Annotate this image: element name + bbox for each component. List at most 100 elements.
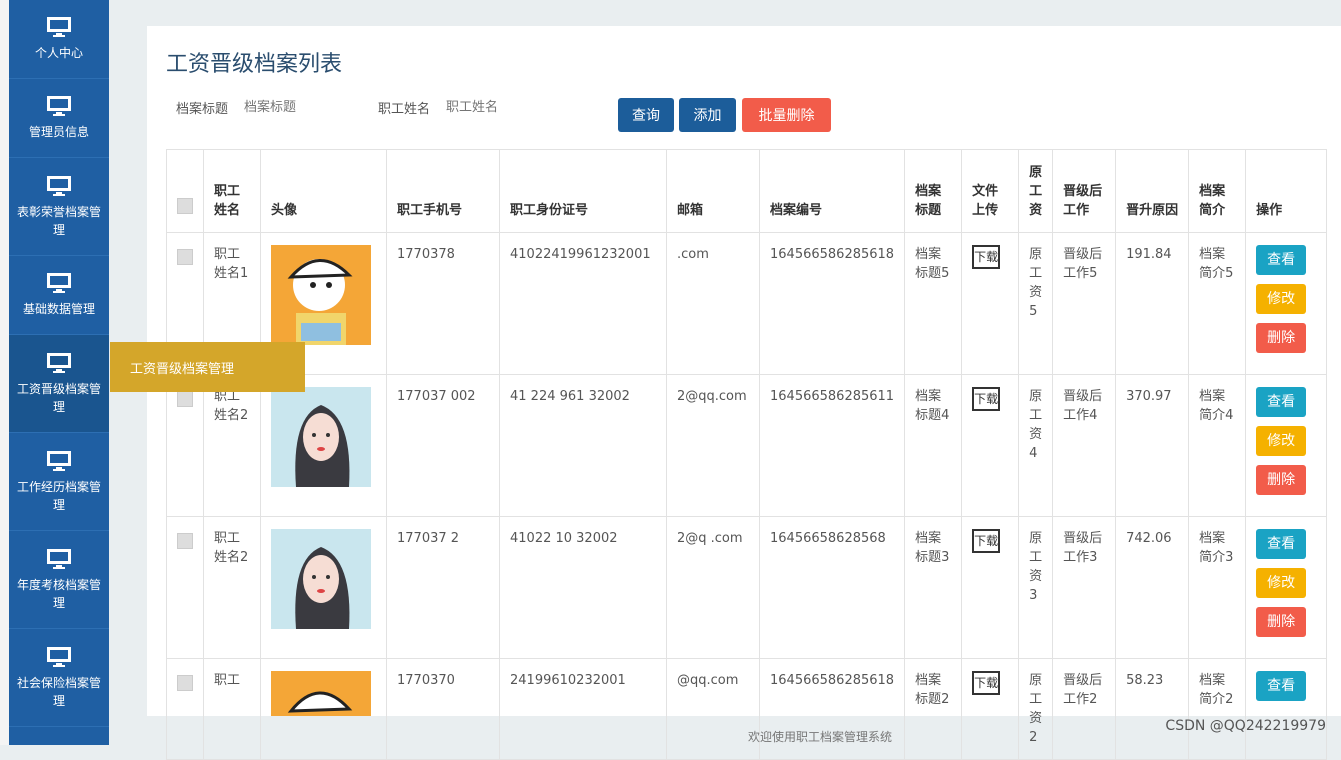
monitor-icon <box>45 548 73 570</box>
footer-text: 欢迎使用职工档案管理系统 <box>748 730 893 744</box>
column-header: 操作 <box>1245 149 1328 233</box>
row-checkbox[interactable] <box>177 249 193 265</box>
file-cell: 下载 <box>961 232 1020 375</box>
sidebar-item-label: 工资晋级档案管理 <box>17 381 102 414</box>
sidebar-item-label: 基础数据管理 <box>22 302 95 316</box>
email-cell: 2@q .com <box>666 516 760 659</box>
download-button[interactable]: 下载 <box>972 529 1001 553</box>
row-checkbox[interactable] <box>177 533 193 549</box>
phone-cell: 1770370 <box>386 658 500 760</box>
monitor-icon <box>45 646 73 668</box>
delete-button[interactable]: 删除 <box>1256 607 1307 637</box>
edit-button[interactable]: 修改 <box>1256 568 1307 598</box>
sidebar-item-work-history-archive[interactable]: 工作经历档案管理 <box>9 433 109 531</box>
column-header: 晋升原因 <box>1115 149 1190 233</box>
sidebar-item-annual-review-archive[interactable]: 年度考核档案管理 <box>9 531 109 629</box>
reason-cell: 742.06 <box>1115 516 1190 659</box>
actions-cell: 查看 修改 删除 <box>1245 232 1328 375</box>
employee-name-cell: 职工姓名2 <box>203 374 261 517</box>
column-header: 邮箱 <box>666 149 760 233</box>
edit-button[interactable]: 修改 <box>1256 284 1307 314</box>
sidebar-item-salary-archive[interactable]: 工资晋级档案管理 <box>9 335 109 433</box>
watermark: CSDN @QQ242219979 <box>1165 718 1326 734</box>
actions-cell: 查看 修改 删除 <box>1245 374 1328 517</box>
intro-cell: 档案简介5 <box>1188 232 1247 375</box>
sidebar-item-social-insurance-archive[interactable]: 社会保险档案管理 <box>9 629 109 727</box>
archive-title-label: 档案标题 <box>176 102 229 117</box>
monitor-icon <box>45 95 73 117</box>
sidebar-item-basic-data[interactable]: 基础数据管理 <box>9 256 109 335</box>
batch-delete-button[interactable]: 批量删除 <box>742 98 831 132</box>
sidebar-item-label: 年度考核档案管理 <box>17 577 102 610</box>
sidebar-item-label: 表彰荣誉档案管理 <box>17 204 102 237</box>
delete-button[interactable]: 删除 <box>1256 465 1307 495</box>
top-background <box>109 0 1341 26</box>
add-button[interactable]: 添加 <box>679 98 736 132</box>
edit-button[interactable]: 修改 <box>1256 426 1307 456</box>
avatar-cell <box>260 658 387 760</box>
avatar-cell <box>260 516 387 659</box>
reason-cell: 191.84 <box>1115 232 1190 375</box>
sidebar-item-label: 个人中心 <box>34 46 83 60</box>
file-cell: 下载 <box>961 658 1020 760</box>
view-button[interactable]: 查看 <box>1256 529 1307 559</box>
archive-title-cell: 档案标题2 <box>904 658 963 760</box>
phone-cell: 177037 2 <box>386 516 500 659</box>
avatar <box>271 245 371 345</box>
monitor-icon <box>45 272 73 294</box>
archive-table: 职工姓名 头像 职工手机号 职工身份证号 邮箱 档案编号 档案标题 文件上传 原… <box>166 149 1328 760</box>
download-button[interactable]: 下载 <box>972 671 1001 695</box>
sidebar-item-label: 工作经历档案管理 <box>17 479 102 512</box>
view-button[interactable]: 查看 <box>1256 671 1307 701</box>
phone-cell: 177037 002 <box>386 374 500 517</box>
page-title: 工资晋级档案列表 <box>166 52 343 77</box>
select-all-checkbox[interactable] <box>177 198 193 214</box>
column-header: 文件上传 <box>961 149 1020 233</box>
view-button[interactable]: 查看 <box>1256 245 1307 275</box>
column-header: 晋级后工作 <box>1052 149 1117 233</box>
query-button[interactable]: 查询 <box>618 98 674 132</box>
row-checkbox[interactable] <box>177 391 193 407</box>
avatar <box>271 671 371 716</box>
reason-cell: 58.23 <box>1115 658 1190 760</box>
download-button[interactable]: 下载 <box>972 245 1001 269</box>
email-cell: .com <box>666 232 760 375</box>
archive-title-cell: 档案标题3 <box>904 516 963 659</box>
reason-cell: 370.97 <box>1115 374 1190 517</box>
view-button[interactable]: 查看 <box>1256 387 1307 417</box>
file-cell: 下载 <box>961 374 1020 517</box>
monitor-icon <box>45 450 73 472</box>
intro-cell: 档案简介4 <box>1188 374 1247 517</box>
after-work-cell: 晋级后工作3 <box>1052 516 1117 659</box>
archive-no-cell: 164566586285618 <box>758 232 906 375</box>
main-panel: 工资晋级档案列表 档案标题 职工姓名 查询 添加 批量删除 职工姓名 头像 职工… <box>147 26 1341 760</box>
archive-no-cell: 16456658628568 <box>758 516 906 659</box>
table-row: 职工 1770370 24199610232001 @qq.com 164566… <box>166 658 1328 760</box>
sidebar-item-personal-center[interactable]: 个人中心 <box>9 0 109 79</box>
avatar <box>271 387 371 487</box>
employee-name-input[interactable] <box>444 99 569 116</box>
submenu-salary-archive[interactable]: 工资晋级档案管理 <box>110 342 305 392</box>
employee-name-cell: 职工姓名2 <box>203 516 261 659</box>
monitor-icon <box>45 16 73 38</box>
actions-cell: 查看 <box>1245 658 1328 760</box>
sidebar-item-label: 管理员信息 <box>28 125 89 139</box>
monitor-icon <box>45 175 73 197</box>
sidebar-item-label: 社会保险档案管理 <box>17 675 102 708</box>
archive-title-input[interactable] <box>242 99 367 116</box>
sidebar-item-admin-info[interactable]: 管理员信息 <box>9 79 109 158</box>
download-button[interactable]: 下载 <box>972 387 1001 411</box>
idcard-cell: 41 224 961 32002 <box>499 374 667 517</box>
sidebar-item-honor-archive[interactable]: 表彰荣誉档案管理 <box>9 158 109 256</box>
intro-cell: 档案简介2 <box>1188 658 1247 760</box>
actions-cell: 查看 修改 删除 <box>1245 516 1328 659</box>
column-header: 档案简介 <box>1188 149 1247 233</box>
idcard-cell: 24199610232001 <box>499 658 667 760</box>
after-work-cell: 晋级后工作4 <box>1052 374 1117 517</box>
intro-cell: 档案简介3 <box>1188 516 1247 659</box>
row-checkbox[interactable] <box>177 675 193 691</box>
row-select-cell <box>166 374 204 517</box>
delete-button[interactable]: 删除 <box>1256 323 1307 353</box>
table-row: 职工姓名1 1770378 41022419961232001 .com 164… <box>166 232 1328 375</box>
column-header: 职工身份证号 <box>499 149 667 233</box>
